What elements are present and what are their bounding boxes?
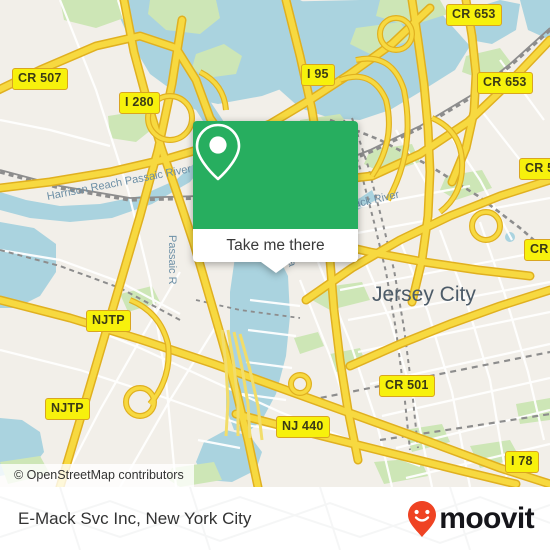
- location-title: E-Mack Svc Inc, New York City: [18, 508, 252, 528]
- place-label-jersey-city: Jersey City: [372, 283, 476, 306]
- water-label-passaic-vertical: Passaic R: [166, 235, 178, 285]
- moovit-logo[interactable]: moovit: [407, 500, 535, 538]
- location-popup-card[interactable]: Take me there: [193, 121, 358, 273]
- road-shield-i78[interactable]: I 78: [505, 451, 539, 473]
- moovit-wordmark: moovit: [439, 501, 534, 535]
- road-shield-cr501-east[interactable]: CR 50: [519, 158, 550, 180]
- road-shield-cr501[interactable]: CR 501: [379, 375, 435, 397]
- road-shield-cr653-east[interactable]: CR 653: [477, 72, 533, 94]
- road-shield-i95[interactable]: I 95: [301, 64, 335, 86]
- road-shield-njtp-upper[interactable]: NJTP: [86, 310, 131, 332]
- moovit-pin-icon: [408, 500, 437, 537]
- take-me-there-button[interactable]: Take me there: [193, 229, 358, 262]
- map-canvas[interactable]: Harrison Reach Passaic River sack River …: [0, 0, 550, 487]
- road-shield-i280[interactable]: I 280: [119, 92, 160, 114]
- popup-pointer: [260, 262, 291, 273]
- road-shield-cr653-north[interactable]: CR 653: [446, 4, 502, 26]
- location-pin-icon: [195, 123, 241, 181]
- road-shield-njtp-lower[interactable]: NJTP: [45, 398, 90, 420]
- map-attribution[interactable]: © OpenStreetMap contributors: [0, 464, 194, 487]
- road-shield-cr6-east[interactable]: CR 6: [524, 239, 550, 261]
- footer-bar: E-Mack Svc Inc, New York City moovit: [0, 487, 550, 550]
- take-me-there-label: Take me there: [226, 236, 325, 254]
- map-screenshot: Harrison Reach Passaic River sack River …: [0, 0, 550, 550]
- road-shield-nj440[interactable]: NJ 440: [276, 416, 330, 438]
- road-shield-cr507[interactable]: CR 507: [12, 68, 68, 90]
- popup-icon-area: [193, 121, 358, 229]
